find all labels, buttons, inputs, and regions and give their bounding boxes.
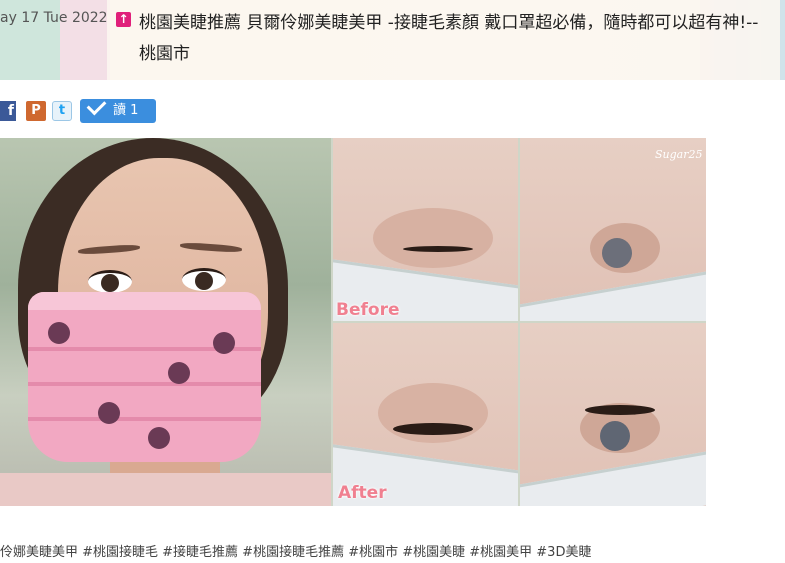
pin-icon: ↑: [116, 12, 131, 27]
watermark: Sugar25: [655, 148, 703, 161]
after-label: After: [338, 483, 387, 503]
twitter-share-icon[interactable]: t: [52, 101, 72, 121]
shirt-shape: [0, 473, 331, 506]
post-header: ay 17 Tue 2022 ↑ 桃園美睫推薦 貝爾伶娜美睫美甲 -接睫毛素顏 …: [0, 0, 785, 80]
after-eye-panel-1: After: [333, 323, 518, 506]
before-label: Before: [336, 300, 400, 320]
post-photo[interactable]: Before Sugar25 After: [0, 138, 706, 506]
face-mask: [28, 292, 261, 462]
tag-list[interactable]: 伶娜美睫美甲 #桃園接睫毛 #接睫毛推薦 #桃園接睫毛推薦 #桃園市 #桃園美睫…: [0, 541, 591, 560]
post-date: ay 17 Tue 2022: [0, 10, 108, 26]
read-count-button[interactable]: 讀 1: [80, 95, 156, 123]
before-eye-panel-1: Before: [333, 138, 518, 321]
facebook-share-icon[interactable]: f: [0, 101, 16, 121]
read-count-label: 讀 1: [113, 103, 139, 118]
before-eye-panel-2: Sugar25: [520, 138, 706, 321]
after-eye-panel-2: [520, 323, 706, 506]
left-eye: [88, 270, 132, 293]
portrait-panel: [0, 138, 331, 506]
plurk-share-icon[interactable]: P: [26, 101, 46, 121]
post-title[interactable]: 桃園美睫推薦 貝爾伶娜美睫美甲 -接睫毛素顏 戴口罩超必備，隨時都可以超有神!-…: [139, 8, 774, 70]
right-eye: [182, 268, 226, 291]
checkmark-icon: [86, 95, 107, 116]
